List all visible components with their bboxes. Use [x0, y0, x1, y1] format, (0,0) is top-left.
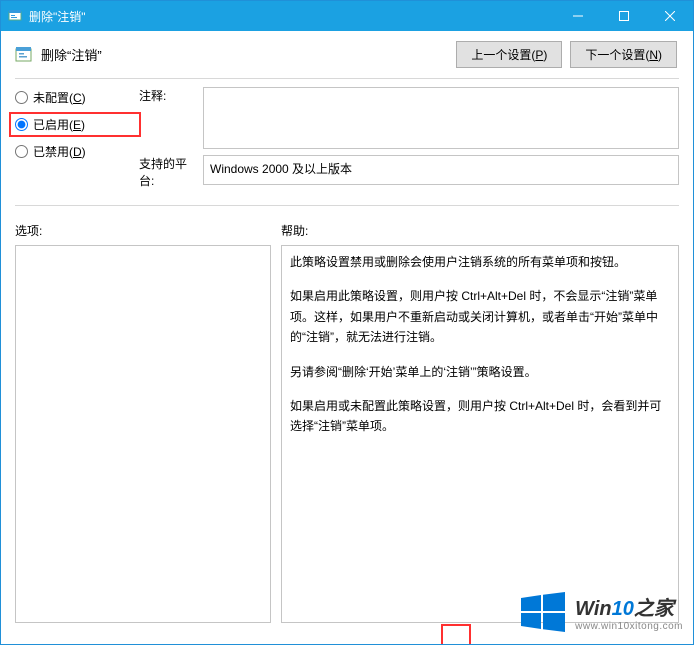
close-button[interactable]: [647, 1, 693, 31]
policy-title-icon: [7, 8, 23, 24]
radio-disabled[interactable]: 已禁用(D): [15, 143, 135, 160]
platform-text: Windows 2000 及以上版本: [203, 155, 679, 185]
comment-textarea[interactable]: [203, 87, 679, 149]
comment-label: 注释:: [139, 87, 199, 104]
minimize-button[interactable]: [555, 1, 601, 31]
config-grid: 未配置(C) 已启用(E) 已禁用(D) 注释: 支持的平台: Windows …: [1, 87, 693, 195]
prev-post: ): [543, 48, 547, 62]
help-para: 另请参阅“删除‘开始’菜单上的‘注销’”策略设置。: [290, 362, 670, 382]
help-para: 此策略设置禁用或删除会使用户注销系统的所有菜单项和按钮。: [290, 252, 670, 272]
help-column: 帮助: 此策略设置禁用或删除会使用户注销系统的所有菜单项和按钮。 如果启用此策略…: [281, 222, 679, 623]
policy-name: 删除“注销”: [41, 45, 448, 64]
radio-not-configured-label: 未配置(C): [33, 89, 86, 106]
mid-divider: [15, 205, 679, 206]
window-title: 删除"注销": [29, 8, 555, 25]
next-pre: 下一个设置(: [585, 48, 649, 62]
policy-doc-icon: [15, 46, 33, 64]
radio-enabled-input[interactable]: [15, 118, 28, 131]
window-controls: [555, 1, 693, 31]
help-para: 如果启用或未配置此策略设置，则用户按 Ctrl+Alt+Del 时，会看到并可选…: [290, 396, 670, 437]
radio-disabled-label: 已禁用(D): [33, 143, 86, 160]
state-radio-group: 未配置(C) 已启用(E) 已禁用(D): [15, 87, 135, 160]
previous-setting-button[interactable]: 上一个设置(P): [456, 41, 562, 68]
nav-buttons: 上一个设置(P) 下一个设置(N): [456, 41, 677, 68]
next-key: N: [649, 48, 658, 62]
platform-label: 支持的平台:: [139, 155, 199, 189]
maximize-button[interactable]: [601, 1, 647, 31]
radio-enabled-label: 已启用(E): [33, 116, 85, 133]
platform-value: Windows 2000 及以上版本: [210, 162, 352, 176]
help-box[interactable]: 此策略设置禁用或删除会使用户注销系统的所有菜单项和按钮。 如果启用此策略设置，则…: [281, 245, 679, 623]
radio-disabled-input[interactable]: [15, 145, 28, 158]
next-post: ): [658, 48, 662, 62]
cutoff-highlight: [441, 624, 471, 644]
radio-enabled[interactable]: 已启用(E): [15, 116, 135, 133]
lower-panels: 选项: 帮助: 此策略设置禁用或删除会使用户注销系统的所有菜单项和按钮。 如果启…: [1, 214, 693, 623]
help-para: 如果启用此策略设置，则用户按 Ctrl+Alt+Del 时，不会显示“注销”菜单…: [290, 286, 670, 347]
next-setting-button[interactable]: 下一个设置(N): [570, 41, 677, 68]
radio-not-configured-input[interactable]: [15, 91, 28, 104]
help-label: 帮助:: [281, 222, 679, 239]
titlebar: 删除"注销": [1, 1, 693, 31]
radio-not-configured[interactable]: 未配置(C): [15, 89, 135, 106]
enabled-highlight-box: 已启用(E): [9, 112, 141, 137]
options-box[interactable]: [15, 245, 271, 623]
options-label: 选项:: [15, 222, 271, 239]
header-row: 删除“注销” 上一个设置(P) 下一个设置(N): [1, 31, 693, 74]
header-divider: [15, 78, 679, 79]
prev-pre: 上一个设置(: [471, 48, 535, 62]
options-column: 选项:: [15, 222, 271, 623]
